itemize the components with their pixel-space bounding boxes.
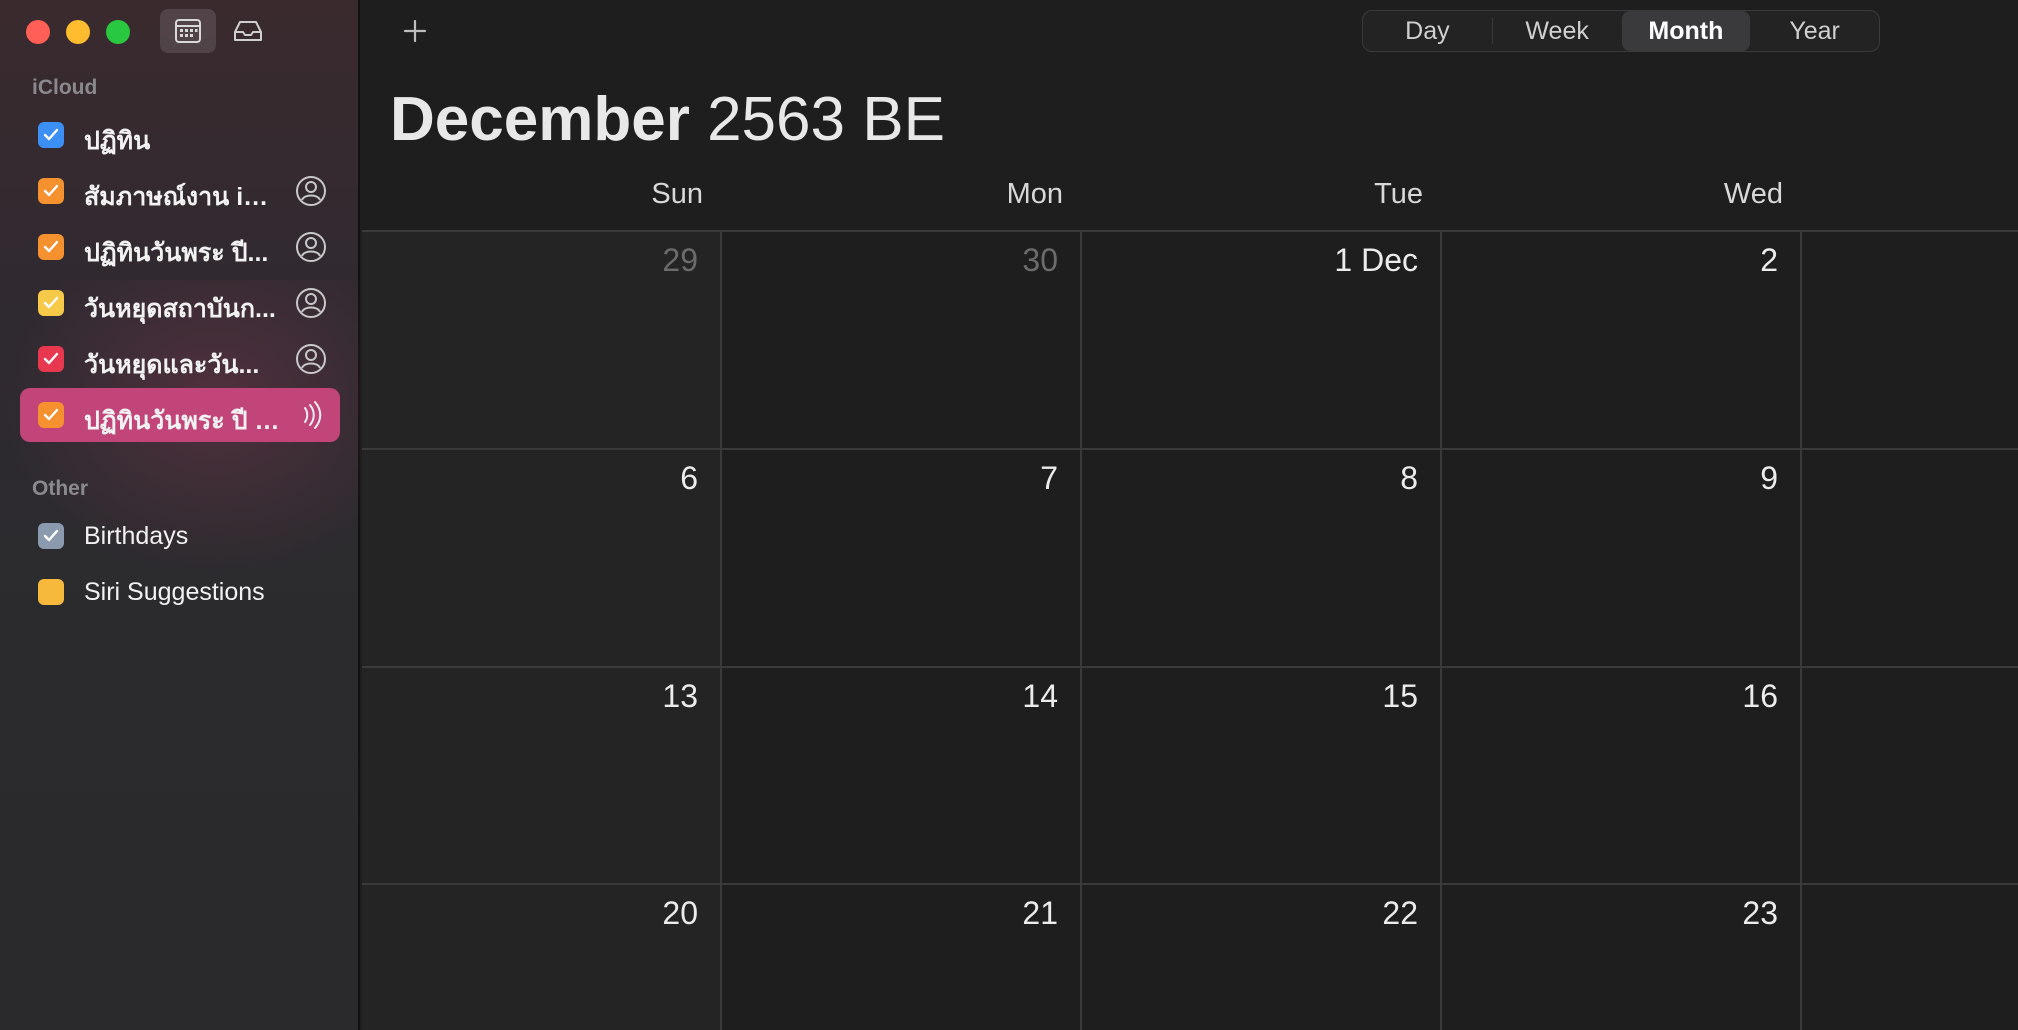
inbox-icon	[234, 21, 262, 41]
day-cell-number[interactable]: 8	[1218, 460, 1418, 497]
checkmark-icon	[43, 408, 59, 421]
weekday-header-sun: Sun	[651, 178, 703, 210]
day-cell-number[interactable]: 29	[498, 242, 698, 279]
day-cell-number[interactable]: 20	[498, 895, 698, 932]
calendar-name: Birthdays	[84, 522, 189, 550]
calendar-name: วันหยุดสถาบันก...	[84, 295, 276, 323]
calendar-checkbox[interactable]	[38, 402, 64, 428]
day-cell-number[interactable]: 2	[1578, 242, 1778, 279]
calendar-item[interactable]: ปฏิทิน	[20, 108, 340, 162]
day-cell-number[interactable]: 9	[1578, 460, 1778, 497]
grid-line	[362, 448, 2018, 450]
close-window-button[interactable]	[26, 20, 50, 44]
page-title: December 2563 BE	[390, 84, 945, 155]
calendar-item-selected[interactable]: ปฏิทินวันพระ ปี 2...	[20, 388, 340, 442]
weekday-header-wed: Wed	[1723, 178, 1783, 210]
view-year-button[interactable]: Year	[1750, 11, 1879, 51]
calendar-icon	[175, 19, 201, 43]
section-label-icloud: iCloud	[32, 76, 98, 99]
calendar-checkbox[interactable]	[38, 178, 64, 204]
view-month-button[interactable]: Month	[1621, 11, 1751, 51]
title-month: December	[390, 85, 690, 154]
shared-person-icon[interactable]	[294, 342, 328, 376]
grid-line	[1440, 230, 1442, 1030]
day-cell-number[interactable]: 22	[1218, 895, 1418, 932]
day-cell-number[interactable]: 30	[858, 242, 1058, 279]
checkmark-icon	[43, 352, 59, 365]
checkmark-icon	[43, 184, 59, 197]
zoom-window-button[interactable]	[106, 20, 130, 44]
day-cell-number[interactable]: 21	[858, 895, 1058, 932]
grid-line	[362, 666, 2018, 668]
calendar-main: Day Week Month Year December 2563 BE Sun…	[362, 0, 2018, 1030]
calendar-checkbox[interactable]	[38, 579, 64, 605]
calendar-item[interactable]: สัมภาษณ์งาน iM...	[20, 164, 340, 218]
calendar-item-birthdays[interactable]: Birthdays	[20, 509, 340, 563]
calendar-item-siri-suggestions[interactable]: Siri Suggestions	[20, 565, 340, 619]
grid-line	[720, 230, 722, 1030]
calendar-item[interactable]: ปฏิทินวันพระ ปี...	[20, 220, 340, 274]
calendar-name: ปฏิทิน	[84, 127, 151, 155]
shared-person-icon[interactable]	[294, 286, 328, 320]
checkmark-icon	[43, 529, 59, 542]
inbox-button[interactable]	[220, 9, 276, 53]
weekday-header-mon: Mon	[1006, 178, 1063, 210]
calendar-name: ปฏิทินวันพระ ปี 2...	[84, 407, 284, 435]
calendar-checkbox[interactable]	[38, 122, 64, 148]
day-cell-number[interactable]: 1 Dec	[1218, 242, 1418, 279]
section-label-other: Other	[32, 477, 89, 500]
day-cell-number[interactable]: 14	[858, 678, 1058, 715]
day-cell-number[interactable]: 16	[1578, 678, 1778, 715]
view-switcher: Day Week Month Year	[1362, 10, 1880, 52]
calendar-item[interactable]: วันหยุดและวัน...	[20, 332, 340, 386]
calendar-checkbox[interactable]	[38, 290, 64, 316]
day-cell-number[interactable]: 13	[498, 678, 698, 715]
calendar-checkbox[interactable]	[38, 523, 64, 549]
sidebar: iCloud ปฏิทิน สัมภาษณ์งาน iM... ปฏิทินวั…	[0, 0, 360, 1030]
day-cell-number[interactable]: 23	[1578, 895, 1778, 932]
shared-person-icon[interactable]	[294, 174, 328, 208]
calendar-item[interactable]: วันหยุดสถาบันก...	[20, 276, 340, 330]
checkmark-icon	[43, 128, 59, 141]
checkmark-icon	[43, 240, 59, 253]
checkmark-icon	[43, 296, 59, 309]
view-week-button[interactable]: Week	[1493, 11, 1622, 51]
grid-line	[362, 883, 2018, 885]
title-year: 2563 BE	[707, 85, 945, 154]
shared-person-icon[interactable]	[294, 230, 328, 264]
calendar-checkbox[interactable]	[38, 234, 64, 260]
add-event-button[interactable]	[398, 14, 432, 48]
month-grid: 29 30 1 Dec 2 6 7 8 9 13 14 15 16 20 21 …	[362, 230, 2018, 1030]
day-cell-number[interactable]: 7	[858, 460, 1058, 497]
grid-line	[362, 230, 2018, 232]
calendar-list-toggle-button[interactable]	[160, 9, 216, 53]
minimize-window-button[interactable]	[66, 20, 90, 44]
grid-line	[1800, 230, 1802, 1030]
day-cell-number[interactable]: 15	[1218, 678, 1418, 715]
calendar-name: วันหยุดและวัน...	[84, 351, 260, 379]
day-cell-number[interactable]: 6	[498, 460, 698, 497]
weekday-header-tue: Tue	[1374, 178, 1423, 210]
subscription-broadcast-icon[interactable]	[294, 398, 328, 432]
calendar-name: สัมภาษณ์งาน iM...	[84, 183, 284, 211]
calendar-name: ปฏิทินวันพระ ปี...	[84, 239, 269, 267]
view-day-button[interactable]: Day	[1363, 11, 1492, 51]
calendar-name: Siri Suggestions	[84, 578, 265, 606]
grid-line	[1080, 230, 1082, 1030]
calendar-checkbox[interactable]	[38, 346, 64, 372]
